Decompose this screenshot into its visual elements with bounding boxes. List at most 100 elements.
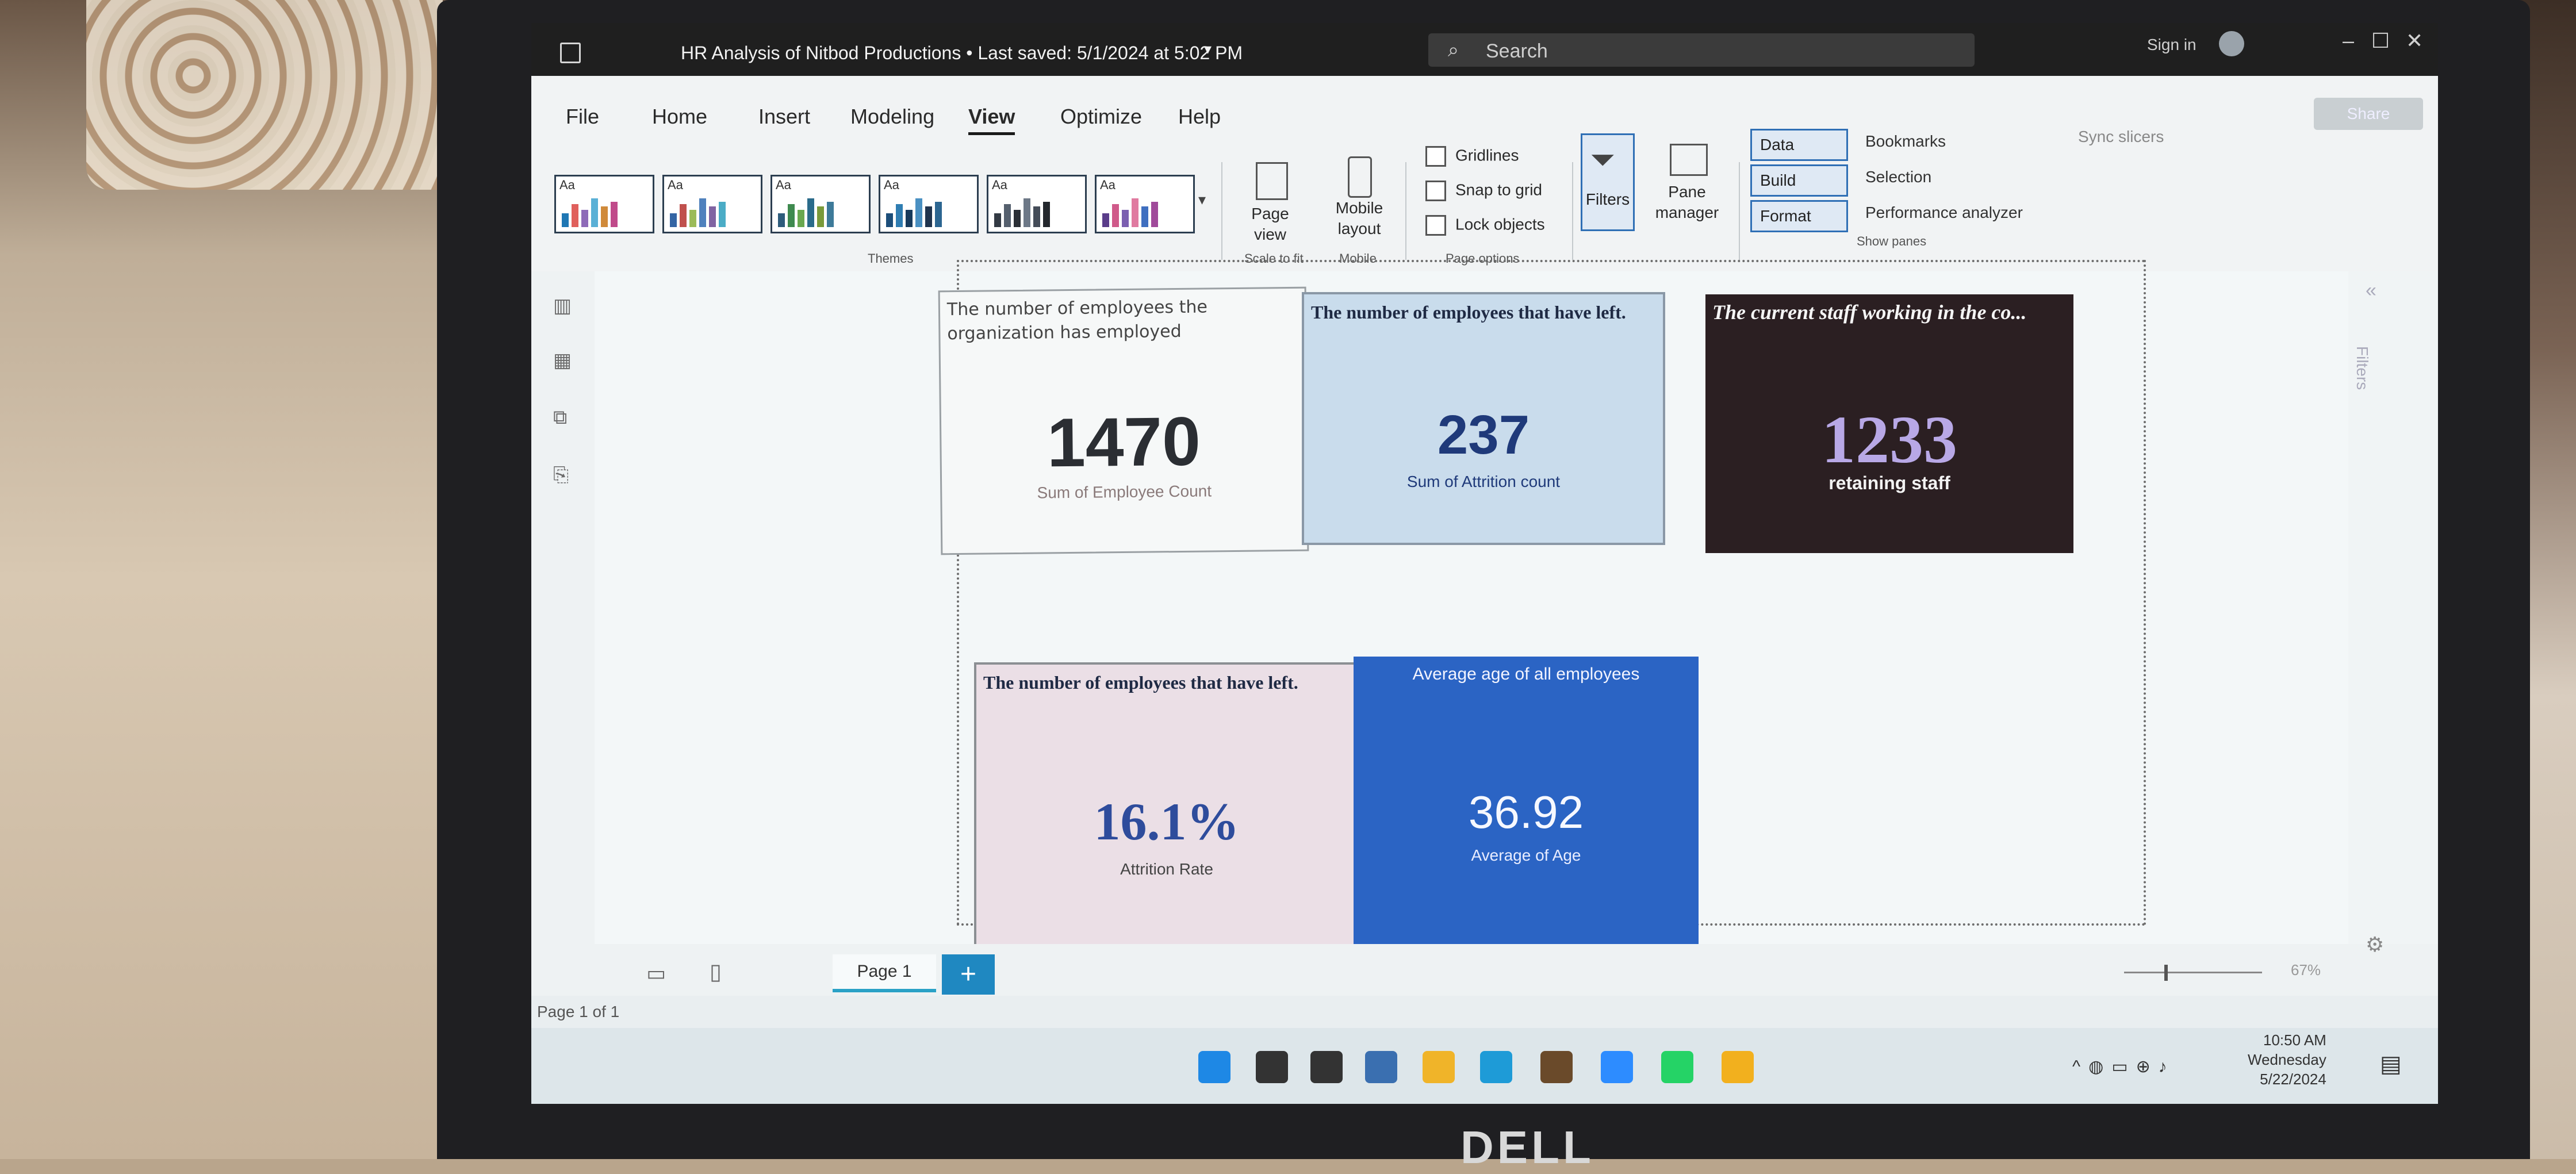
page-tabs-bar: ▭ ▯ Page 1 + 67% ⚙ — [595, 933, 2438, 996]
data-pane-label: Data — [1760, 136, 1795, 154]
gridlines-checkbox[interactable]: Gridlines — [1425, 146, 1519, 167]
format-pane-button[interactable]: Format — [1750, 200, 1848, 232]
card-attrition-rate[interactable]: The number of employees that have left. … — [974, 662, 1359, 956]
widgets-icon[interactable] — [1365, 1051, 1397, 1083]
network-icon[interactable]: ◍ — [2088, 1057, 2111, 1076]
theme-swatch-bar — [906, 210, 913, 227]
add-page-button[interactable]: + — [942, 954, 995, 995]
chevron-up-icon[interactable]: ^ — [2072, 1057, 2088, 1076]
page-tab[interactable]: Page 1 — [833, 954, 936, 992]
theme-swatch-bar — [680, 204, 687, 227]
save-icon[interactable] — [560, 43, 581, 63]
menu-file[interactable]: File — [566, 105, 599, 129]
zoom-slider[interactable] — [2124, 972, 2262, 973]
snap-to-grid-checkbox[interactable]: Snap to grid — [1425, 181, 1542, 201]
page-view-button[interactable]: Page view — [1239, 204, 1302, 245]
edge-browser-icon[interactable] — [1480, 1051, 1512, 1083]
theme-tile-6[interactable]: Aa — [1095, 175, 1195, 233]
theme-swatch-bar — [719, 202, 726, 227]
theme-swatch-bar — [827, 202, 834, 227]
close-icon[interactable]: ✕ — [2406, 29, 2423, 53]
phone-layout-icon[interactable]: ▯ — [710, 959, 722, 985]
theme-swatch — [562, 196, 618, 227]
chevron-down-icon[interactable]: ▾ — [1198, 191, 1206, 209]
menu-view[interactable]: View — [968, 105, 1015, 135]
power-bi-icon[interactable] — [1722, 1051, 1754, 1083]
theme-tile-2[interactable]: Aa — [662, 175, 762, 233]
bookmarks-pane-button[interactable]: Bookmarks — [1865, 132, 1946, 151]
theme-swatch-bar — [1033, 206, 1040, 227]
selection-pane-button[interactable]: Selection — [1865, 168, 1931, 186]
sign-in-link[interactable]: Sign in — [2147, 36, 2196, 54]
theme-tile-text: Aa — [992, 178, 1007, 192]
theme-swatch-bar — [915, 198, 922, 227]
menu-help[interactable]: Help — [1178, 105, 1221, 129]
card-retaining-staff[interactable]: The current staff working in the co... 1… — [1705, 294, 2073, 553]
avatar[interactable] — [2219, 31, 2244, 56]
card-attrition-count[interactable]: The number of employees that have left. … — [1302, 292, 1665, 545]
zoom-slider-thumb[interactable] — [2164, 965, 2168, 981]
notifications-icon[interactable]: ▤ — [2380, 1051, 2402, 1077]
model-view-icon[interactable]: ⧉ — [553, 406, 574, 428]
globe-icon[interactable]: ⊕ — [2136, 1057, 2159, 1076]
menu-home[interactable]: Home — [652, 105, 707, 129]
maximize-icon[interactable]: ☐ — [2371, 29, 2390, 53]
theme-swatch-bar — [778, 213, 785, 227]
dax-query-view-icon[interactable]: ⎘ — [553, 464, 574, 486]
share-button[interactable]: Share — [2314, 98, 2423, 130]
theme-swatch-bar — [817, 206, 824, 227]
search-input[interactable]: ⌕ Search — [1428, 33, 1975, 67]
theme-swatch-bar — [925, 206, 932, 227]
system-tray[interactable]: ^◍▭⊕♪ — [2072, 1057, 2175, 1077]
performance-analyzer-button[interactable]: Performance analyzer — [1865, 204, 2023, 222]
theme-swatch-bar — [886, 213, 893, 227]
format-pane-label: Format — [1760, 207, 1811, 225]
screen: HR Analysis of Nitbod Productions • Last… — [531, 23, 2438, 1104]
pane-manager-button[interactable]: Pane manager — [1650, 182, 1724, 223]
task-view-icon[interactable] — [1310, 1051, 1343, 1083]
lock-objects-checkbox[interactable]: Lock objects — [1425, 215, 1545, 236]
report-canvas: The number of employees the organization… — [595, 260, 2348, 956]
menu-optimize[interactable]: Optimize — [1060, 105, 1142, 129]
data-pane-button[interactable]: Data — [1750, 129, 1848, 161]
filters-pane-collapsed[interactable]: « Filters — [2348, 271, 2438, 944]
theme-swatch-bar — [935, 202, 942, 227]
theme-swatch-bar — [581, 210, 588, 227]
clock-time: 10:50 AM — [2263, 1031, 2326, 1049]
desktop-layout-icon[interactable]: ▭ — [646, 961, 666, 985]
zoom-level[interactable]: 67% — [2291, 961, 2321, 979]
theme-swatch-bar — [1023, 198, 1030, 227]
start-icon[interactable] — [1198, 1051, 1230, 1083]
menu-modeling[interactable]: Modeling — [850, 105, 934, 129]
report-view-icon[interactable]: ▥ — [553, 294, 574, 317]
card-employee-count[interactable]: The number of employees the organization… — [938, 286, 1309, 555]
theme-swatch-bar — [1014, 210, 1021, 227]
volume-icon[interactable]: ♪ — [2159, 1057, 2175, 1076]
build-pane-button[interactable]: Build — [1750, 164, 1848, 197]
expand-pane-icon[interactable]: « — [2366, 279, 2376, 302]
menu-insert[interactable]: Insert — [758, 105, 810, 129]
settings-icon[interactable]: ⚙ — [2366, 933, 2384, 957]
search-taskbar-icon[interactable] — [1256, 1051, 1288, 1083]
theme-tile-1[interactable]: Aa — [554, 175, 654, 233]
theme-tile-5[interactable]: Aa — [987, 175, 1087, 233]
whatsapp-icon[interactable] — [1661, 1051, 1693, 1083]
sync-slicers-button[interactable]: Sync slicers — [2078, 128, 2164, 146]
theme-tile-text: Aa — [776, 178, 791, 192]
taskbar-clock[interactable]: 10:50 AM Wednesday 5/22/2024 — [2248, 1030, 2326, 1089]
theme-tile-4[interactable]: Aa — [879, 175, 979, 233]
theme-tile-text: Aa — [559, 178, 575, 192]
theme-tile-text: Aa — [1100, 178, 1116, 192]
battery-icon[interactable]: ▭ — [2111, 1057, 2136, 1076]
file-explorer-icon[interactable] — [1423, 1051, 1455, 1083]
card-average-age[interactable]: Average age of all employees 36.92 Avera… — [1354, 657, 1699, 944]
store-icon[interactable] — [1540, 1051, 1573, 1083]
table-view-icon[interactable]: ▦ — [553, 349, 574, 371]
theme-tile-3[interactable]: Aa — [770, 175, 871, 233]
document-title[interactable]: HR Analysis of Nitbod Productions • Last… — [681, 43, 1243, 64]
zoom-app-icon[interactable] — [1601, 1051, 1633, 1083]
chevron-down-icon[interactable]: ▾ — [1204, 40, 1212, 58]
filters-button[interactable]: ⏷ Filters — [1581, 133, 1635, 231]
minimize-icon[interactable]: – — [2343, 29, 2354, 53]
mobile-layout-button[interactable]: Mobile layout — [1325, 198, 1394, 239]
